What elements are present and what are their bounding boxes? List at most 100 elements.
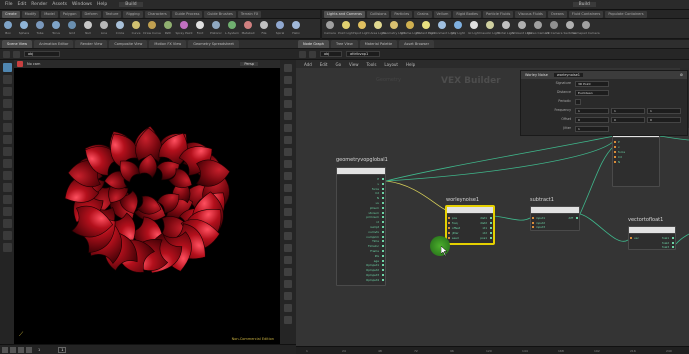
globals-output-dot-21[interactable] [382,278,384,281]
right-tool-10[interactable]: Caustic Light [480,19,500,38]
subtract-input-dot-1[interactable] [532,221,534,224]
shelf-tab-left-3[interactable]: Polygon [59,10,80,18]
stop-icon[interactable] [10,346,16,353]
globals-output-dot-3[interactable] [382,192,384,195]
light-icon[interactable] [2,183,12,192]
shelf-tab-left-8[interactable]: Guide Process [171,10,203,18]
left-pane-tab-1[interactable]: Animation Editor [34,40,74,48]
parm-field-3-2[interactable]: 1 [647,108,681,114]
left-tool-14[interactable]: L-System [224,19,240,38]
right-tool-8[interactable]: Sky Light [450,19,466,38]
display-option-icon-8[interactable] [284,148,292,156]
shelf-tab-right-3[interactable]: Grains [414,10,432,18]
right-tool-3[interactable]: Area Light [370,19,386,38]
display-option-icon-16[interactable] [284,244,292,252]
globals-output-dot-17[interactable] [382,259,384,262]
worley-output-dot-4[interactable] [490,237,492,239]
output-input-dot-1[interactable] [614,146,616,148]
globals-output-dot-6[interactable] [382,206,384,209]
menu-help[interactable]: Help [97,2,107,7]
network-menu-tools[interactable]: Tools [367,62,377,67]
left-pane-tab-5[interactable]: Geometry Spreadsheet [188,40,239,48]
display-option-icon-22[interactable] [284,316,292,324]
display-option-icon-13[interactable] [284,208,292,216]
left-tool-0[interactable]: Box [0,19,16,38]
globals-output-dot-10[interactable] [382,226,384,228]
play-icon[interactable] [18,346,24,353]
output-input-dot-3[interactable] [614,156,616,158]
viewport-cam-label[interactable]: No cam [27,62,40,66]
right-tool-7[interactable]: Environment Light [428,19,456,38]
handle-tool-icon[interactable] [2,111,12,120]
display-option-icon-14[interactable] [284,220,292,228]
left-tool-7[interactable]: Circle [112,19,128,38]
right-tool-2[interactable]: Spot Light [354,19,370,38]
timeline-start[interactable]: 1 [38,348,40,352]
shelf-tab-left-10[interactable]: Terrain FX [237,10,262,18]
network-menu-layout[interactable]: Layout [384,62,398,67]
left-tool-6[interactable]: Line [96,19,112,38]
network-menu-view[interactable]: View [349,62,359,67]
left-tool-12[interactable]: Font [192,19,208,38]
right-tool-11[interactable]: Portal Light [497,19,515,38]
shelf-tab-left-0[interactable]: Create [2,10,20,18]
network-menu-edit[interactable]: Edit [320,62,328,67]
left-tool-18[interactable]: Helix [288,19,304,38]
worley-output-dot-1[interactable] [490,222,492,224]
snap-icon[interactable] [2,147,12,156]
rotate-tool-icon[interactable] [2,87,12,96]
display-option-icon-12[interactable] [284,196,292,204]
worley-input-dot-2[interactable] [448,227,450,229]
camera-icon[interactable] [2,171,12,180]
back-button[interactable] [3,50,10,58]
subtract-input-dot-2[interactable] [532,226,534,228]
globals-output-dot-14[interactable] [382,245,384,248]
shelf-tab-right-6[interactable]: Particle Fluids [483,10,514,18]
worley-input-dot-0[interactable] [448,217,450,219]
left-tool-8[interactable]: Curve [128,19,144,38]
vectortofloat-output-dot-1[interactable] [672,241,674,244]
network-menu-help[interactable]: Help [406,62,415,67]
globals-output-dot-11[interactable] [382,230,384,233]
right-tool-16[interactable]: Gamepad Camera [572,19,600,38]
display-option-icon-7[interactable] [284,136,292,144]
globals-output-dot-13[interactable] [382,240,384,243]
node-vectortofloat1[interactable]: vec fval1 fval2 fval3 [628,226,676,250]
pose-tool-icon[interactable] [2,123,12,132]
vectortofloat-output-dot-2[interactable] [672,246,674,248]
shelf-tab-right-2[interactable]: Particles [391,10,413,18]
move-tool-icon[interactable] [2,75,12,84]
parm-field-4-1[interactable]: 0 [611,117,645,123]
globals-output-dot-0[interactable] [382,178,384,180]
globals-output-dot-4[interactable] [382,197,384,200]
current-frame-field[interactable]: 1 [58,346,67,353]
left-tool-9[interactable]: Draw Curve [143,19,161,38]
globals-output-dot-2[interactable] [382,187,384,190]
globals-output-dot-12[interactable] [382,235,384,238]
left-pane-tab-2[interactable]: Render View [75,40,108,48]
right-tool-15[interactable]: Switcher [562,19,578,38]
display-option-icon-10[interactable] [284,172,292,180]
shelf-tab-right-0[interactable]: Lights and Cameras [324,10,365,18]
gear-icon[interactable]: ⚙ [680,73,683,77]
right-tool-5[interactable]: Volume Light [400,19,420,38]
back-button-right[interactable] [299,50,306,58]
display-option-icon-18[interactable] [284,268,292,276]
output-input-dot-4[interactable] [614,161,616,163]
shelf-tab-left-2[interactable]: Model [41,10,58,18]
magnet-icon[interactable] [2,219,12,228]
right-tool-6[interactable]: Distant Light [416,19,436,38]
parm-node-name[interactable]: worleynoise1 [553,73,584,77]
parm-field-3-0[interactable]: 1 [575,108,609,114]
parm-field-1[interactable]: Euclidean [575,90,609,96]
menu-edit[interactable]: Edit [18,2,27,7]
globals-output-dot-1[interactable] [382,182,384,185]
display-option-icon-9[interactable] [284,160,292,168]
parm-field-3-1[interactable]: 1 [611,108,645,114]
display-option-icon-3[interactable] [284,88,292,96]
display-option-icon-21[interactable] [284,304,292,312]
globals-output-dot-15[interactable] [382,250,384,252]
render-icon[interactable] [2,195,12,204]
shelf-tab-left-1[interactable]: Modify [21,10,40,18]
worley-output-dot-0[interactable] [490,217,492,219]
